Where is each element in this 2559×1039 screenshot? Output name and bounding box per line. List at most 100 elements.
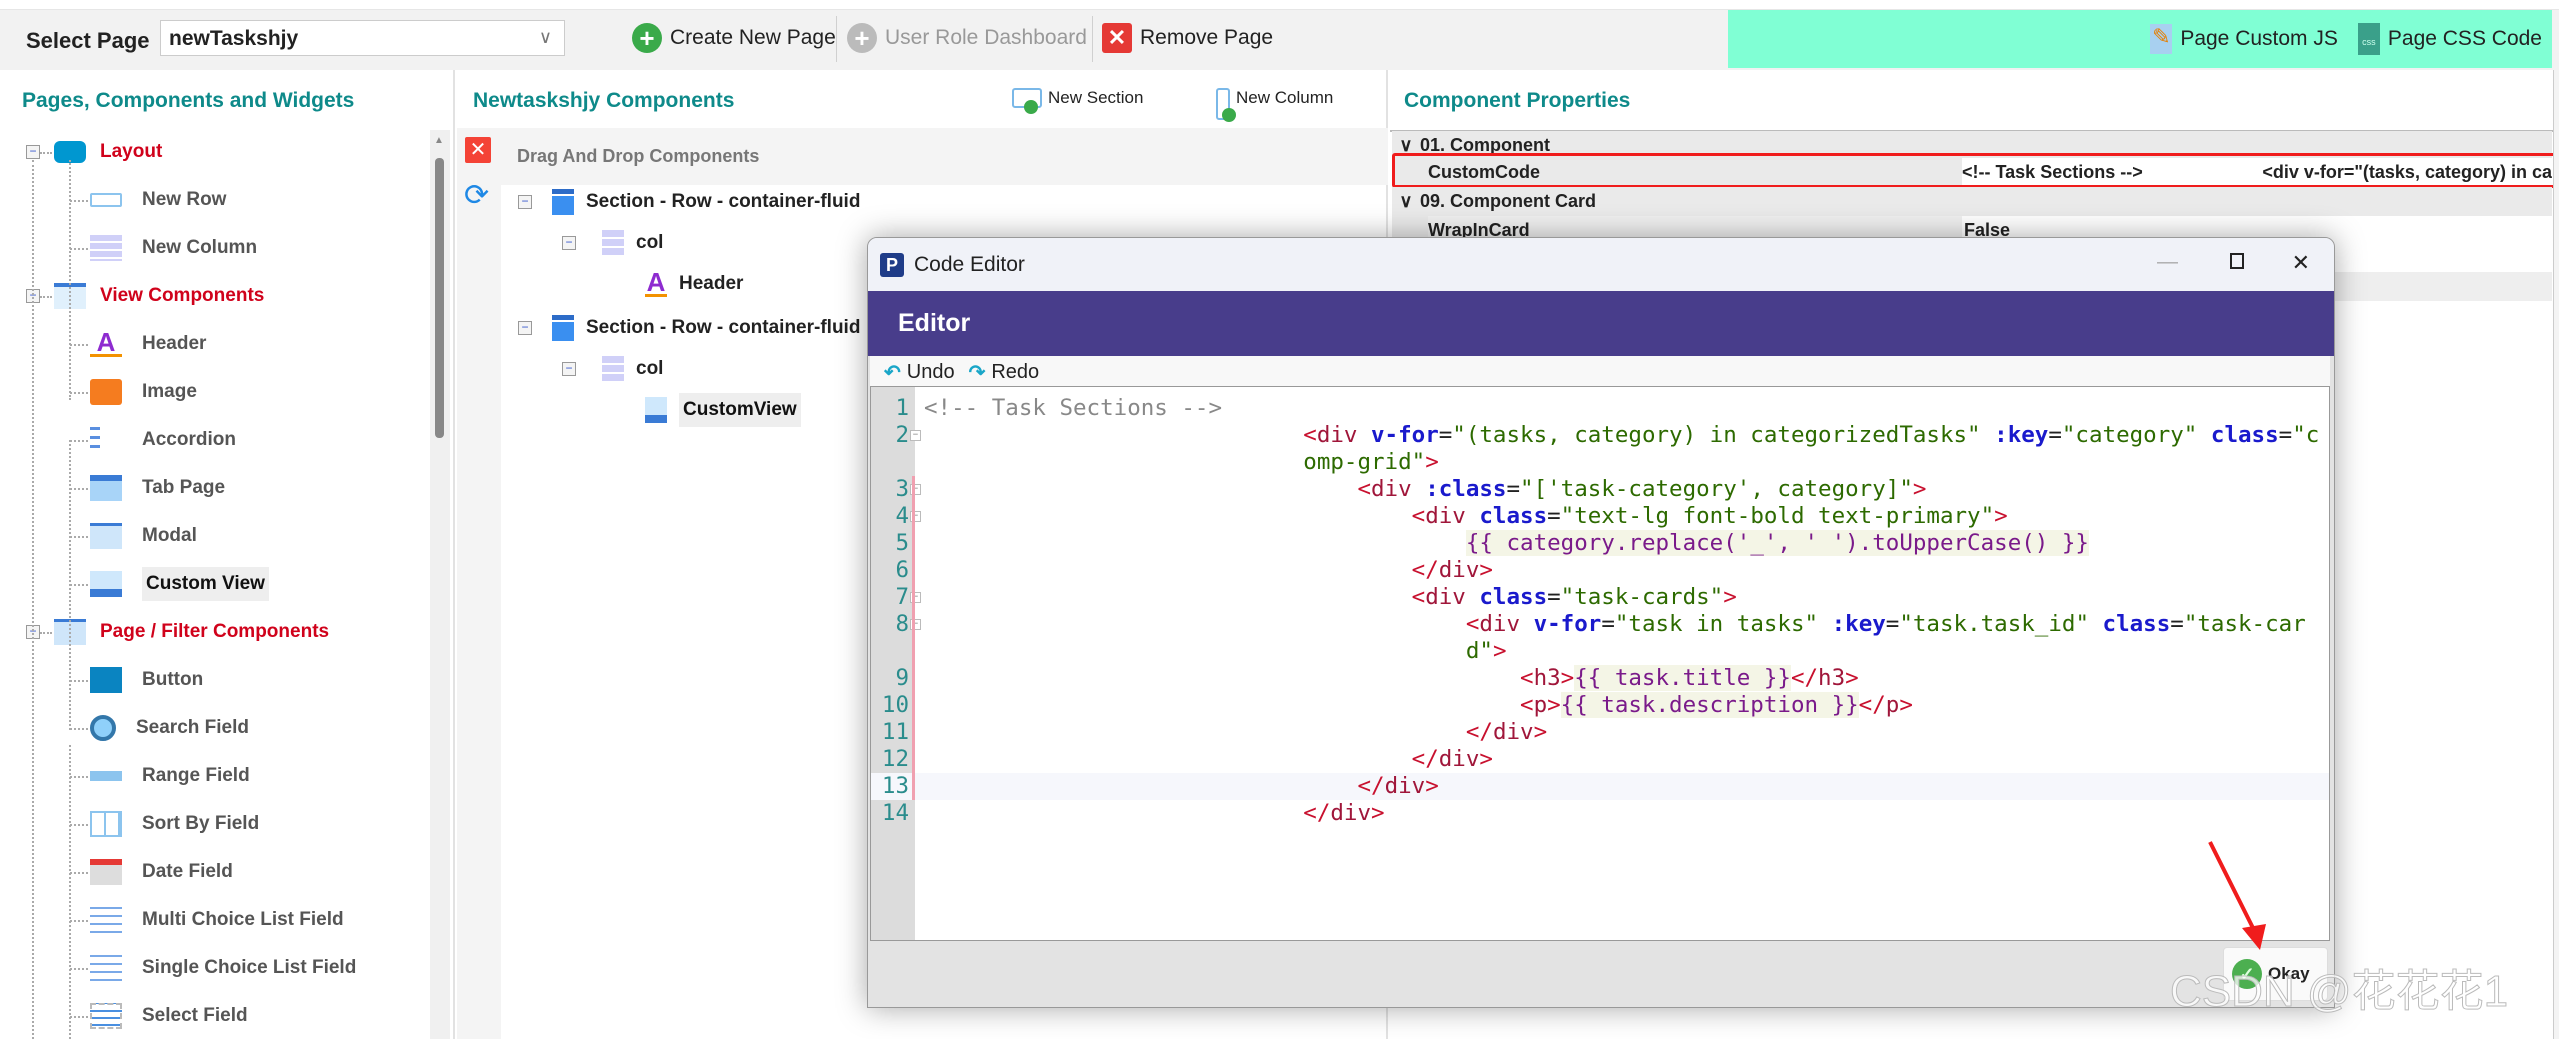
minimize-icon[interactable]: — bbox=[2157, 250, 2178, 274]
code-line[interactable]: 1 <!-- Task Sections --> bbox=[871, 395, 2329, 422]
single-choice-icon bbox=[90, 955, 122, 981]
tree-item-label: View Components bbox=[100, 285, 265, 306]
tree-item-header[interactable]: A Header bbox=[90, 326, 206, 362]
property-group-component-card[interactable]: ∨ 09. Component Card bbox=[1392, 187, 2552, 216]
collapse-toggle-icon[interactable]: − bbox=[518, 195, 532, 209]
collapse-toggle-icon[interactable]: − bbox=[562, 236, 576, 250]
refresh-icon[interactable]: ⟳ bbox=[464, 178, 489, 213]
code-line[interactable]: 4− <div class="text-lg font-bold text-pri… bbox=[871, 503, 2329, 530]
tree-item-sort-by-field[interactable]: Sort By Field bbox=[90, 806, 259, 842]
fold-toggle-icon[interactable]: − bbox=[910, 511, 921, 522]
collapse-toggle-icon[interactable]: − bbox=[518, 321, 532, 335]
fold-toggle-icon[interactable]: − bbox=[910, 619, 921, 630]
tree-item-view-components[interactable]: View Components bbox=[54, 278, 264, 314]
code-line[interactable]: 2− <div v-for="(tasks, category) in categ… bbox=[871, 422, 2329, 476]
range-icon bbox=[90, 763, 122, 789]
tree-connector bbox=[70, 824, 88, 826]
code-line[interactable]: 13 </div> bbox=[871, 773, 2329, 800]
new-section-icon bbox=[1012, 88, 1042, 114]
tree-item-label: New Column bbox=[142, 237, 258, 258]
tree-connector bbox=[70, 728, 88, 730]
redo-icon: ↷ bbox=[968, 361, 986, 384]
left-panel-title: Pages, Components and Widgets bbox=[22, 89, 355, 112]
tree-item-accordion[interactable]: Accordion bbox=[90, 422, 236, 458]
code-line[interactable]: 6 </div> bbox=[871, 557, 2329, 584]
code-line[interactable]: 11 </div> bbox=[871, 719, 2329, 746]
tree-item-new-row[interactable]: New Row bbox=[90, 182, 226, 218]
scrollbar-thumb[interactable] bbox=[435, 158, 444, 438]
fold-toggle-icon[interactable]: − bbox=[910, 484, 921, 495]
button-icon bbox=[90, 667, 122, 693]
create-new-page-button[interactable]: + Create New Page bbox=[626, 16, 842, 60]
scroll-up-arrow-icon[interactable]: ▲ bbox=[434, 135, 444, 146]
structure-node-col[interactable]: col bbox=[602, 225, 663, 261]
redo-button[interactable]: ↷ Redo bbox=[969, 360, 1040, 385]
new-section-button[interactable]: New Section bbox=[1012, 88, 1144, 114]
structure-node-label: Section - Row - container-fluid bbox=[586, 317, 861, 338]
new-column-button[interactable]: New Column bbox=[1216, 88, 1333, 122]
selected-page: newTaskshjy bbox=[169, 27, 299, 50]
structure-node-col[interactable]: col bbox=[602, 351, 663, 387]
page-select-dropdown[interactable]: newTaskshjy ∨ bbox=[160, 20, 565, 56]
remove-page-label: Remove Page bbox=[1140, 26, 1274, 49]
left-scrollbar[interactable]: ▲ bbox=[430, 130, 450, 1039]
accordion-icon bbox=[90, 427, 100, 453]
create-new-page-label: Create New Page bbox=[670, 26, 836, 49]
code-line[interactable]: 5 {{ category.replace('_', ' ').toUpperCa… bbox=[871, 530, 2329, 557]
tree-item-date-field[interactable]: Date Field bbox=[90, 854, 233, 890]
close-icon[interactable]: ✕ bbox=[2292, 250, 2310, 276]
structure-node-customview[interactable]: CustomView bbox=[645, 392, 801, 428]
code-editor[interactable]: 1 <!-- Task Sections --> 2− <div v-for="(ta… bbox=[870, 386, 2330, 941]
tree-item-page-filter-components[interactable]: Page / Filter Components bbox=[54, 614, 329, 650]
drag-drop-header: Drag And Drop Components bbox=[501, 128, 1388, 185]
app-logo-icon: P bbox=[880, 252, 904, 277]
page-custom-js-button[interactable]: ✎ Page Custom JS bbox=[2150, 24, 2338, 54]
line-number: 9 bbox=[871, 665, 915, 692]
code-text: </div> bbox=[1411, 557, 1493, 583]
remove-page-button[interactable]: ✕ Remove Page bbox=[1096, 16, 1279, 60]
red-arrow-annotation bbox=[2208, 841, 2266, 950]
right-edge bbox=[2553, 70, 2559, 1039]
tree-item-select-field[interactable]: Select Field bbox=[90, 998, 248, 1034]
structure-node-section-row-container-fluid[interactable]: Section - Row - container-fluid bbox=[552, 310, 860, 346]
page-code-group: ✎ Page Custom JS css Page CSS Code bbox=[1728, 10, 2552, 68]
code-line[interactable]: 3− <div :class="['task-category', categor… bbox=[871, 476, 2329, 503]
tree-connector bbox=[40, 152, 52, 154]
page-css-code-button[interactable]: css Page CSS Code bbox=[2357, 23, 2542, 55]
code-line[interactable]: 12 </div> bbox=[871, 746, 2329, 773]
tree-item-custom-view[interactable]: Custom View bbox=[90, 566, 269, 602]
structure-node-section-row-container-fluid[interactable]: Section - Row - container-fluid bbox=[552, 184, 860, 220]
tree-item-image[interactable]: Image bbox=[90, 374, 197, 410]
code-content[interactable]: 1 <!-- Task Sections --> 2− <div v-for="(ta… bbox=[871, 395, 2329, 827]
tree-item-label: Accordion bbox=[142, 429, 236, 450]
code-line[interactable]: 9 <h3>{{ task.title }}</h3> bbox=[871, 665, 2329, 692]
tree-item-multi-choice-list-field[interactable]: Multi Choice List Field bbox=[90, 902, 344, 938]
code-line[interactable]: 7− <div class="task-cards"> bbox=[871, 584, 2329, 611]
tree-item-label: Multi Choice List Field bbox=[142, 909, 344, 930]
user-role-dashboard-button[interactable]: + User Role Dashboard bbox=[841, 16, 1093, 60]
tree-item-label: Button bbox=[142, 669, 204, 690]
tree-item-tab-page[interactable]: Tab Page bbox=[90, 470, 225, 506]
structure-node-header[interactable]: A Header bbox=[645, 266, 743, 302]
code-line[interactable]: 14 </div> bbox=[871, 800, 2329, 827]
code-line[interactable]: 8− <div v-for="task in tasks" :key="task.… bbox=[871, 611, 2329, 665]
tree-item-range-field[interactable]: Range Field bbox=[90, 758, 250, 794]
fold-toggle-icon[interactable]: − bbox=[910, 592, 921, 603]
undo-button[interactable]: ↶ Undo bbox=[884, 360, 955, 385]
tree-connector bbox=[70, 248, 88, 250]
collapse-toggle-icon[interactable]: − bbox=[562, 362, 576, 376]
maximize-icon[interactable] bbox=[2230, 253, 2244, 269]
delete-icon[interactable]: ✕ bbox=[465, 137, 491, 163]
fold-toggle-icon[interactable]: − bbox=[910, 430, 921, 441]
new-row-icon bbox=[90, 193, 122, 207]
code-line[interactable]: 10 <p>{{ task.description }}</p> bbox=[871, 692, 2329, 719]
code-text: {{ category.replace('_', ' ').toUpperCas… bbox=[1465, 530, 2089, 556]
collapse-toggle-icon[interactable]: − bbox=[26, 145, 40, 159]
structure-node-label: Header bbox=[679, 273, 744, 294]
tree-item-new-column[interactable]: New Column bbox=[90, 230, 257, 266]
new-section-label: New Section bbox=[1048, 88, 1144, 107]
tree-item-search-field[interactable]: Search Field bbox=[90, 710, 249, 746]
tree-item-button[interactable]: Button bbox=[90, 662, 203, 698]
tree-item-single-choice-list-field[interactable]: Single Choice List Field bbox=[90, 950, 356, 986]
tree-item-modal[interactable]: Modal bbox=[90, 518, 197, 554]
